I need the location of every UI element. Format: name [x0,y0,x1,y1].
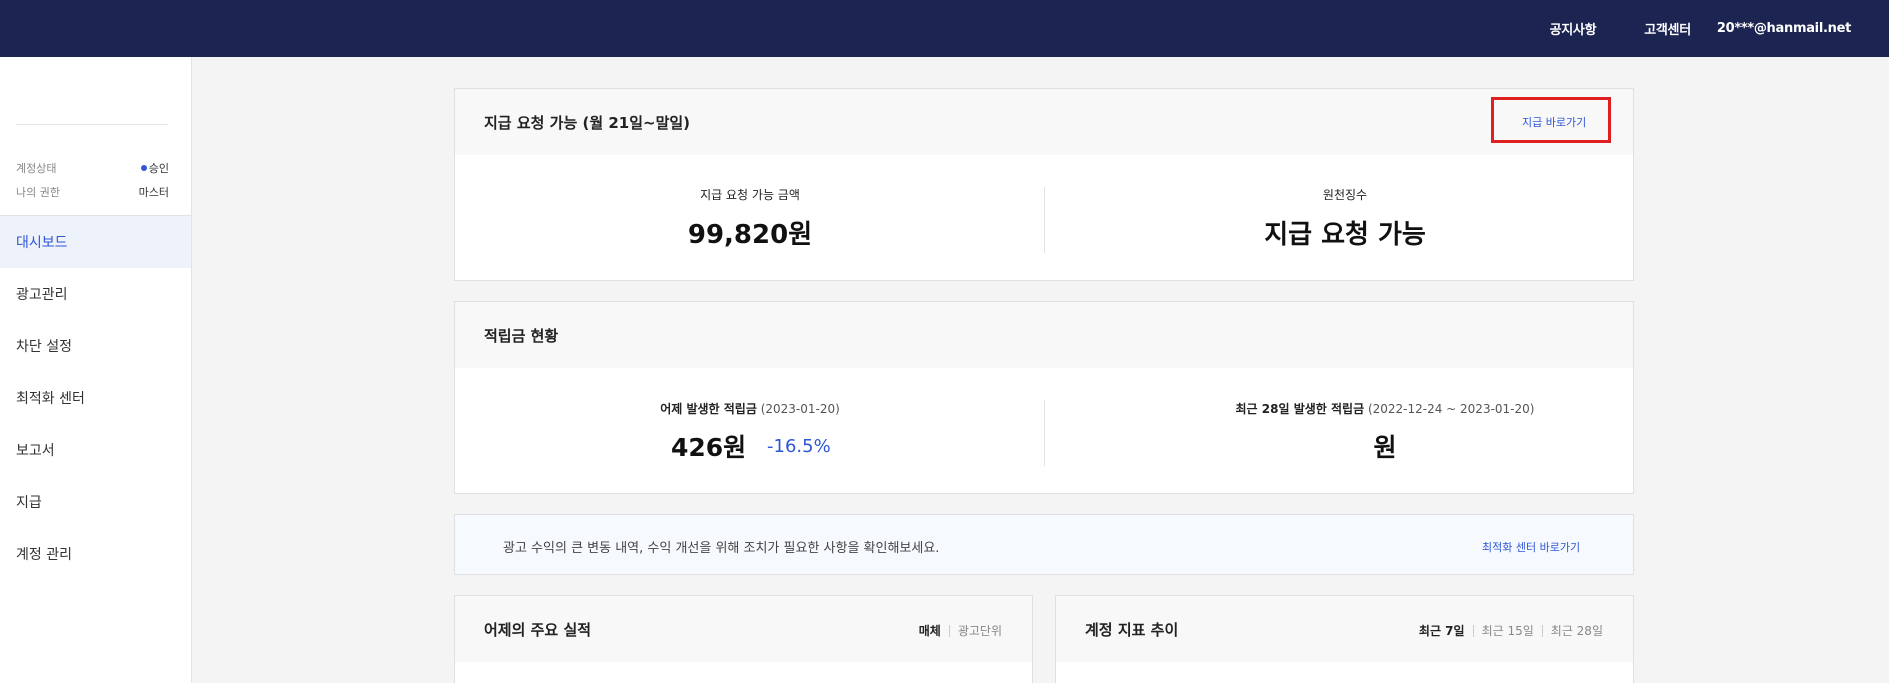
performance-card-title: 어제의 주요 실적 [484,621,592,639]
permission-label: 나의 권한 [16,186,60,199]
reward-card-header: 적립금 현황 [455,302,1633,368]
yesterday-performance-card: 어제의 주요 실적 매체 광고단위 [454,595,1033,683]
trend-tabs: 최근 7일 최근 15일 최근 28일 [1419,622,1603,639]
reward-card-title: 적립금 현황 [484,327,559,345]
performance-card-header: 어제의 주요 실적 매체 광고단위 [455,596,1032,662]
top-nav-links: 공지사항 고객센터 20***@hanmail.net [1502,0,1852,57]
tab-separator [948,624,950,637]
tab-last-28-days[interactable]: 최근 28일 [1551,622,1603,639]
sidebar-divider [16,124,168,125]
payment-request-card: 지급 요청 가능 (월 21일~말일) 지급 바로가기 지급 요청 가능 금액 … [454,88,1634,281]
tab-ad-unit[interactable]: 광고단위 [958,622,1002,639]
reward-card-divider [1044,400,1045,466]
yesterday-reward-label: 어제 발생한 적립금 (2023-01-20) [605,400,895,417]
account-status-text: 승인 [148,162,169,175]
notice-link[interactable]: 공지사항 [1550,19,1597,38]
performance-tabs: 매체 광고단위 [919,622,1002,639]
tab-last-15-days[interactable]: 최근 15일 [1482,622,1534,639]
sidebar: 계정상태 승인 나의 권한 마스터 대시보드 광고관리 차단 설정 최적화 센터… [0,57,192,683]
sidebar-item-dashboard[interactable]: 대시보드 [0,216,191,268]
sidebar-item-ad-management[interactable]: 광고관리 [0,268,191,320]
permission-row: 나의 권한 마스터 [16,184,169,200]
recent-reward-label: 최근 28일 발생한 적립금 (2022-12-24 ~ 2023-01-20) [1155,400,1615,417]
withholding-tax-value: 지급 요청 가능 [1264,220,1426,250]
yesterday-reward-label-text: 어제 발생한 적립금 [660,402,757,416]
tab-media[interactable]: 매체 [919,622,941,639]
recent-reward-value: 원 [1373,433,1397,462]
notice-message: 광고 수익의 큰 변동 내역, 수익 개선을 위해 조치가 필요한 사항을 확인… [503,541,940,556]
yesterday-reward-date: (2023-01-20) [760,402,840,416]
payment-shortcut-link[interactable]: 지급 바로가기 [1522,114,1586,130]
tab-separator [1472,624,1474,637]
reward-status-card: 적립금 현황 어제 발생한 적립금 (2023-01-20) 426원 -16.… [454,301,1634,494]
payment-card-divider [1044,187,1045,253]
trend-card-header: 계정 지표 추이 최근 7일 최근 15일 최근 28일 [1056,596,1633,662]
sidebar-item-reports[interactable]: 보고서 [0,424,191,476]
recent-reward-range: (2022-12-24 ~ 2023-01-20) [1367,402,1535,416]
sidebar-item-account-management[interactable]: 계정 관리 [0,528,191,580]
sidebar-item-payment[interactable]: 지급 [0,476,191,528]
account-email-link[interactable]: 20***@hanmail.net [1717,21,1851,36]
yesterday-reward-change: -16.5% [767,436,831,457]
tab-last-7-days[interactable]: 최근 7일 [1419,622,1465,639]
recent-reward-label-text: 최근 28일 발생한 적립금 [1235,402,1365,416]
account-status-row: 계정상태 승인 [16,160,169,176]
trend-card-title: 계정 지표 추이 [1085,621,1179,639]
sidebar-item-optimization-center[interactable]: 최적화 센터 [0,372,191,424]
optimization-center-link[interactable]: 최적화 센터 바로가기 [1482,539,1580,555]
payment-card-header: 지급 요청 가능 (월 21일~말일) 지급 바로가기 [455,89,1633,155]
sidebar-item-block-settings[interactable]: 차단 설정 [0,320,191,372]
withholding-tax-label: 원천징수 [1322,188,1368,202]
yesterday-reward-value: 426원 [671,433,747,462]
permission-value: 마스터 [138,186,169,199]
optimization-notice-bar: 광고 수익의 큰 변동 내역, 수익 개선을 위해 조치가 필요한 사항을 확인… [454,514,1634,575]
account-status-value: 승인 [140,160,169,176]
payable-amount-value: 99,820원 [687,220,813,250]
tab-separator [1541,624,1543,637]
status-dot-icon [140,165,147,171]
top-navigation-bar: 공지사항 고객센터 20***@hanmail.net [0,0,1889,57]
payment-card-title: 지급 요청 가능 (월 21일~말일) [484,114,691,132]
support-link[interactable]: 고객센터 [1644,19,1691,38]
account-trend-card: 계정 지표 추이 최근 7일 최근 15일 최근 28일 [1055,595,1634,683]
payable-amount-label: 지급 요청 가능 금액 [700,188,800,202]
account-status-label: 계정상태 [16,162,57,175]
